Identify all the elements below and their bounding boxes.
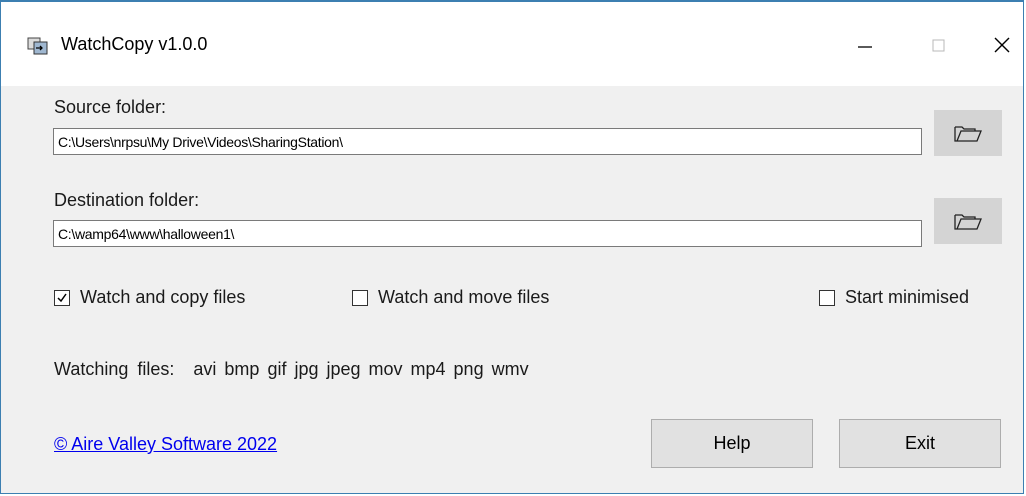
window-title: WatchCopy v1.0.0	[61, 34, 208, 54]
minimize-button[interactable]	[841, 26, 887, 64]
watching-files-text: Watching files: avi bmp gif jpg jpeg mov mp4 pn…	[54, 359, 547, 380]
watch-copy-checkbox[interactable]: Watch and copy files	[54, 287, 294, 309]
copyright-link[interactable]: © Aire Valley Software 2022	[54, 434, 277, 455]
maximize-button[interactable]	[917, 26, 963, 64]
start-minimised-checkbox[interactable]: Start minimised	[819, 287, 999, 309]
start-minimised-label: Start minimised	[845, 287, 970, 307]
extension-item: gif	[267, 359, 287, 379]
watch-move-label: Watch and move files	[378, 287, 550, 307]
help-button[interactable]: Help	[651, 419, 813, 468]
checkbox-unchecked	[352, 290, 368, 306]
extension-item: mp4	[410, 359, 446, 379]
maximize-icon	[932, 39, 945, 52]
folder-open-icon	[954, 214, 982, 230]
extension-item: jpeg	[326, 359, 361, 379]
close-button[interactable]	[979, 26, 1025, 64]
checkbox-unchecked	[819, 290, 835, 306]
destination-browse-button[interactable]	[934, 198, 1002, 244]
source-folder-input[interactable]	[53, 128, 922, 155]
app-window: WatchCopy v1.0.0 Source folder: Destinat…	[0, 0, 1024, 494]
extension-item: wmv	[491, 359, 529, 379]
watching-extensions: avi bmp gif jpg jpeg mov mp4 png wmv	[193, 359, 536, 379]
destination-folder-input[interactable]	[53, 220, 922, 247]
extension-item: png	[453, 359, 484, 379]
source-folder-label: Source folder:	[54, 97, 167, 117]
checkmark-icon	[57, 293, 67, 303]
source-browse-button[interactable]	[934, 110, 1002, 156]
checkbox-checked	[54, 290, 70, 306]
folder-open-icon	[954, 126, 982, 142]
minimize-icon	[858, 46, 872, 48]
exit-button[interactable]: Exit	[839, 419, 1001, 468]
watching-files-label: Watching files:	[54, 359, 175, 379]
watch-move-checkbox[interactable]: Watch and move files	[352, 287, 592, 309]
watch-copy-label: Watch and copy files	[80, 287, 246, 307]
title-bar: WatchCopy v1.0.0	[1, 2, 1023, 86]
extension-item: jpg	[294, 359, 319, 379]
extension-item: avi	[193, 359, 217, 379]
extension-item: bmp	[224, 359, 260, 379]
destination-folder-label: Destination folder:	[54, 190, 200, 210]
extension-item: mov	[368, 359, 403, 379]
app-icon	[27, 36, 49, 56]
close-icon	[994, 37, 1010, 53]
